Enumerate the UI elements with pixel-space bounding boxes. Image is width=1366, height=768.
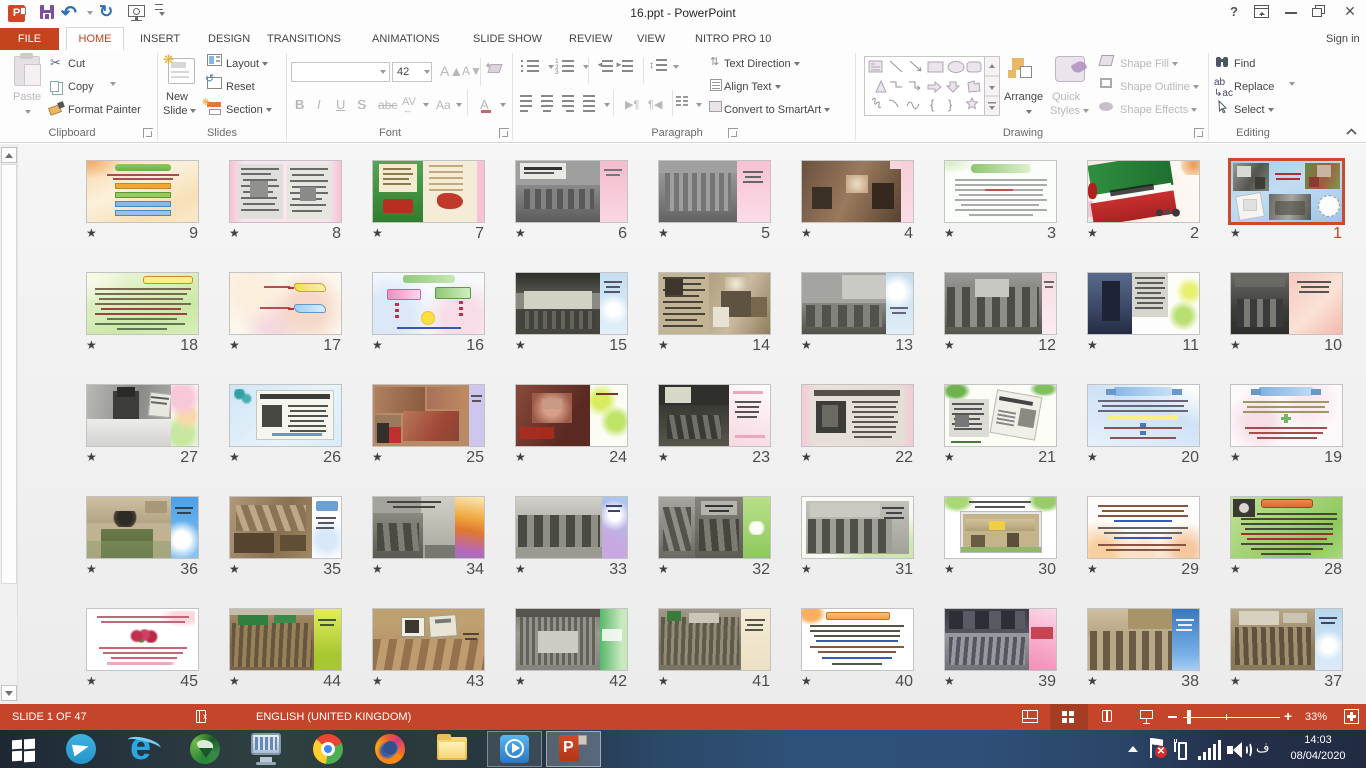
svg-text:}: } bbox=[948, 97, 953, 112]
svg-text:{: { bbox=[930, 97, 935, 112]
